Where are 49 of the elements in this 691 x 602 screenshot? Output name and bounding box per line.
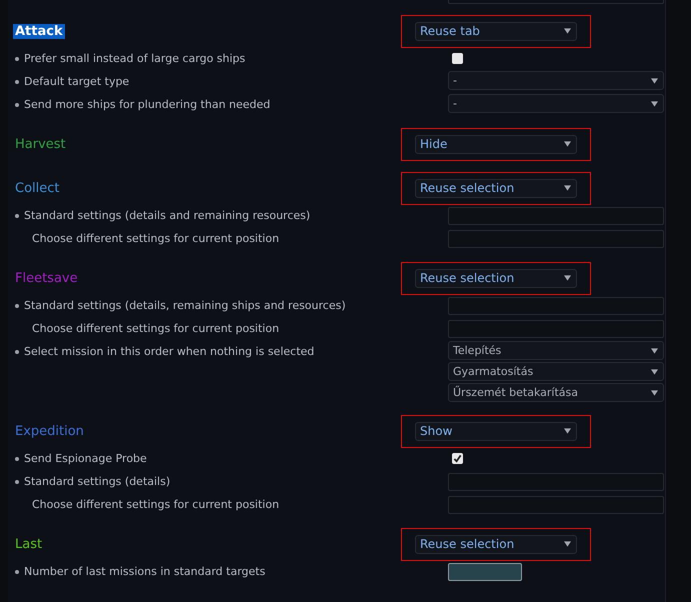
input-field[interactable]: [448, 206, 664, 224]
option-label: Choose different settings for current position: [32, 498, 280, 511]
dropdown[interactable]: Gyarmatosítás: [448, 362, 664, 381]
caret-icon: [564, 28, 571, 34]
caret-icon: [564, 275, 571, 281]
option-label: Standard settings (details and remaining resources): [24, 209, 310, 222]
dropdown[interactable]: Reuse selection: [415, 534, 577, 554]
input-field[interactable]: [448, 296, 664, 314]
option-label: Send more ships for plundering than needed: [24, 98, 270, 111]
option-label: Send Espionage Probe: [24, 452, 147, 465]
caret-icon: [564, 541, 571, 547]
dropdown[interactable]: -: [448, 94, 664, 113]
option-label: Default target type: [24, 75, 130, 88]
dropdown[interactable]: Reuse tab: [415, 22, 577, 40]
option-label: Choose different settings for current position: [32, 322, 280, 335]
section-title: Attack: [14, 24, 64, 38]
caret-icon: [651, 100, 658, 106]
caret-icon: [651, 368, 658, 374]
option-label: Choose different settings for current position: [32, 232, 280, 245]
checkbox[interactable]: [452, 453, 463, 464]
dropdown[interactable]: -: [448, 71, 664, 90]
checkbox[interactable]: [452, 53, 463, 64]
section-title: Fleetsave: [14, 270, 79, 286]
section-title: Expedition: [14, 424, 85, 438]
input-field[interactable]: [448, 496, 664, 514]
number-field[interactable]: [448, 562, 522, 580]
dropdown[interactable]: Reuse selection: [415, 178, 577, 198]
caret-icon: [564, 141, 571, 147]
option-label: Number of last missions in standard targets: [24, 565, 266, 578]
input-field[interactable]: [448, 320, 664, 338]
input-field[interactable]: [448, 472, 664, 490]
section-title: Last: [14, 536, 44, 552]
option-label: Prefer small instead of large cargo ships: [24, 52, 246, 65]
caret-icon: [564, 185, 571, 191]
section-title: Harvest: [14, 136, 67, 152]
dropdown[interactable]: Telepítés: [448, 341, 664, 360]
caret-icon: [651, 78, 658, 84]
dropdown[interactable]: Űrszemét betakarítása: [448, 383, 664, 402]
option-label: Standard settings (details): [24, 475, 170, 488]
caret-icon: [564, 428, 571, 434]
section-title: Collect: [14, 180, 60, 196]
input-field[interactable]: [448, 230, 664, 248]
option-label: Standard settings (details, remaining ships and resources): [24, 299, 346, 312]
caret-icon: [651, 390, 658, 396]
dropdown[interactable]: Hide: [415, 134, 577, 154]
dropdown[interactable]: Reuse selection: [415, 268, 577, 288]
dropdown[interactable]: Show: [415, 422, 577, 440]
option-label: Select mission in this order when nothing is selected: [24, 345, 314, 358]
caret-icon: [651, 348, 658, 354]
